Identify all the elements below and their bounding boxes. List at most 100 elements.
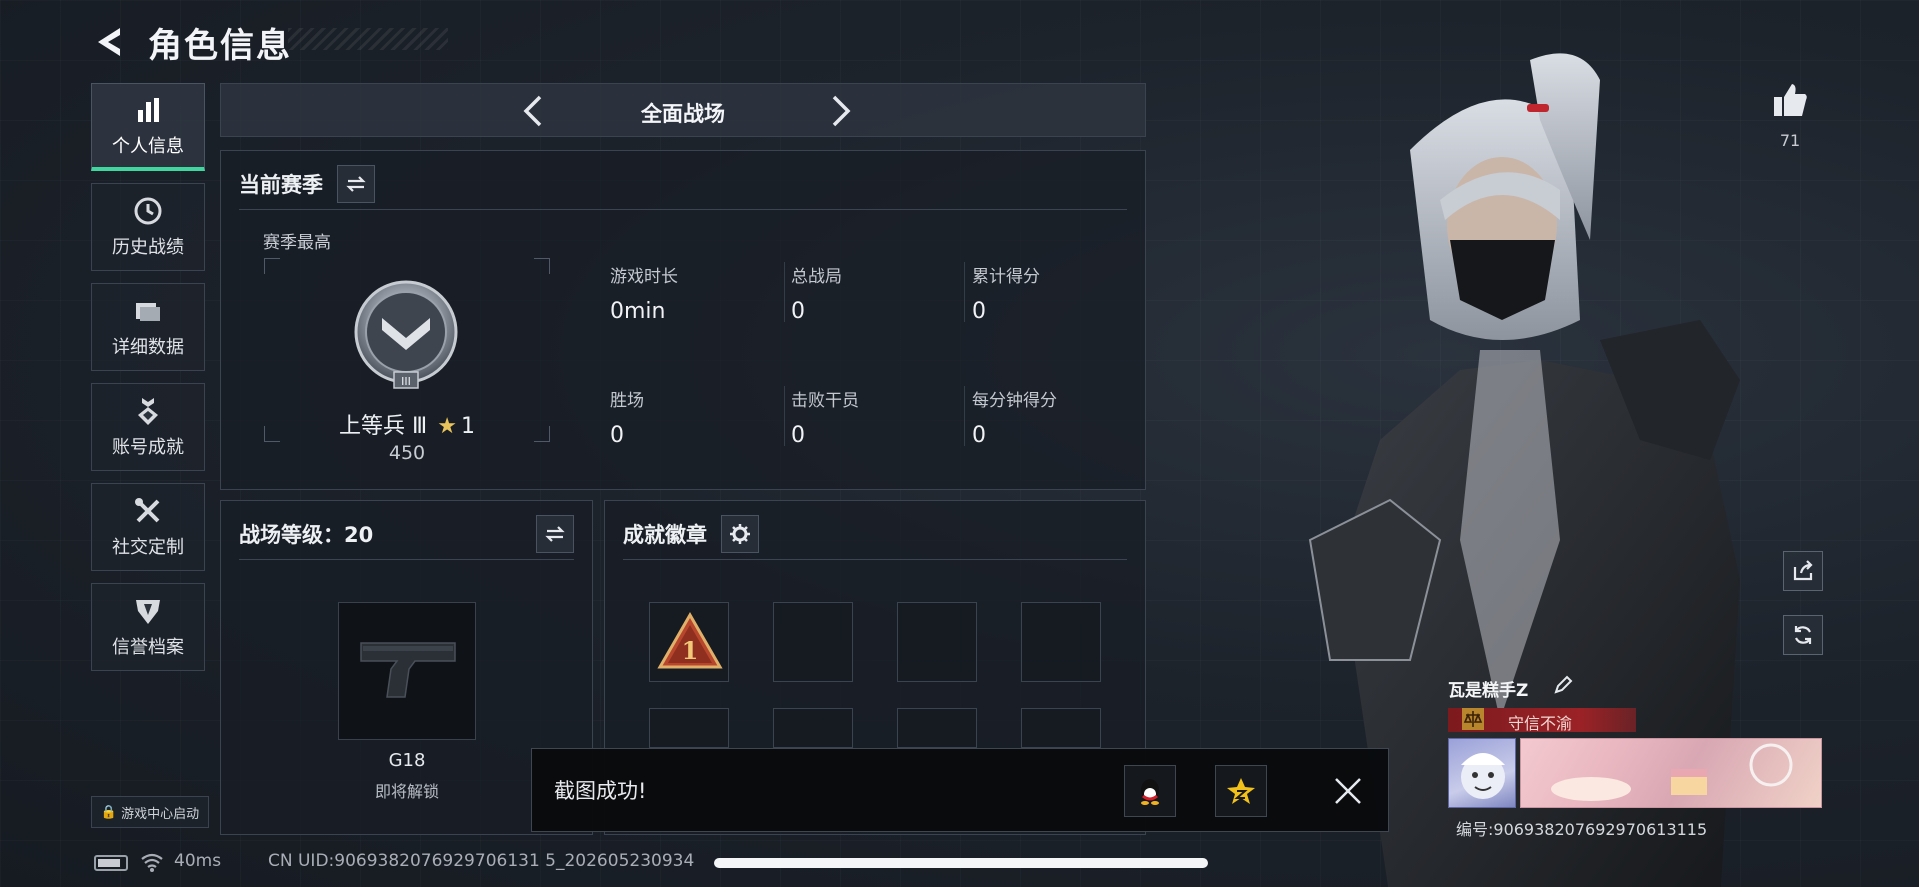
game-center-label: 游戏中心启动 <box>121 806 200 822</box>
refresh-icon <box>1794 626 1812 644</box>
battlefield-level-title: 战场等级：20 <box>239 523 374 547</box>
share-icon <box>1793 560 1813 581</box>
medal-icon <box>138 398 158 425</box>
player-uid: 编号:906938207692970613115 <box>1456 820 1708 839</box>
badges-title: 成就徽章 <box>623 523 707 547</box>
stat-value: 0 <box>791 299 805 324</box>
sidebar-item-details[interactable]: 详细数据 <box>91 283 205 371</box>
swap-icon <box>545 526 565 542</box>
badge-slot[interactable] <box>649 708 729 748</box>
stat-value: 0min <box>610 299 666 324</box>
screenshot-toast: 截图成功! <box>531 748 1389 832</box>
title-decoration <box>288 28 448 50</box>
weapon-status: 即将解锁 <box>374 782 439 801</box>
badge-slot[interactable] <box>897 602 977 682</box>
qq-icon <box>1141 779 1159 805</box>
nameplate-card <box>1520 738 1822 808</box>
badges-divider <box>623 559 1127 560</box>
sidebar-item-social[interactable]: 社交定制 <box>91 483 205 571</box>
avatar[interactable] <box>1448 738 1516 808</box>
pistol-icon <box>360 642 456 698</box>
stat-play-time: 游戏时长 0min <box>610 262 780 324</box>
battlefield-switch-button[interactable] <box>536 515 574 553</box>
stat-score-per-minute: 每分钟得分 0 <box>972 386 1142 448</box>
stat-separator <box>964 262 965 322</box>
rank-stars: 1 <box>460 414 475 439</box>
badge-slot[interactable] <box>773 708 853 748</box>
rank-points: 450 <box>388 442 426 464</box>
scales-icon <box>1462 708 1484 730</box>
sidebar-item-reputation[interactable]: 信誉档案 <box>91 583 205 671</box>
share-qq-button[interactable] <box>1124 765 1176 817</box>
stat-label: 击败干员 <box>791 391 859 411</box>
rotate-button[interactable] <box>1783 615 1823 655</box>
sidebar-item-achievements[interactable]: 账号成就 <box>91 383 205 471</box>
shield-icon <box>136 600 160 624</box>
season-title: 当前赛季 <box>239 173 323 197</box>
stat-label: 累计得分 <box>972 267 1040 287</box>
share-qzone-button[interactable] <box>1215 765 1267 817</box>
mode-title: 全面战场 <box>641 102 725 126</box>
battlefield-panel-header: 战场等级：20 <box>239 515 574 553</box>
sidebar-item-label: 个人信息 <box>112 135 184 157</box>
badge-slot[interactable] <box>773 602 853 682</box>
star-icon: ★ <box>437 414 457 439</box>
season-switch-button[interactable] <box>337 165 375 203</box>
status-uid: CN UID:9069382076929706131 5_20260523093… <box>268 851 695 871</box>
lock-icon: 🔒 <box>100 804 118 820</box>
stat-value: 0 <box>791 423 805 448</box>
honor-title-bar: 守信不渝 <box>1448 708 1636 733</box>
svg-text:1: 1 <box>682 636 699 665</box>
stat-total-score: 累计得分 0 <box>972 262 1142 324</box>
close-icon[interactable] <box>1332 775 1364 807</box>
season-best-label: 赛季最高 <box>263 233 331 253</box>
sidebar-item-label: 详细数据 <box>112 337 184 358</box>
game-center-button[interactable]: 🔒 游戏中心启动 <box>91 796 209 828</box>
badges-panel-header: 成就徽章 <box>623 515 759 553</box>
gear-icon <box>730 524 750 544</box>
mode-selector: 全面战场 <box>220 83 1146 137</box>
stat-label: 游戏时长 <box>610 267 678 287</box>
stat-operators-defeated: 击败干员 0 <box>791 386 961 448</box>
edit-icon[interactable] <box>1552 674 1574 696</box>
sidebar-item-personal-info[interactable]: 个人信息 <box>91 83 205 171</box>
rank-emblem-icon: III <box>354 280 458 389</box>
stat-separator <box>964 386 965 446</box>
bar-chart-icon <box>138 97 159 122</box>
badges-settings-button[interactable] <box>721 515 759 553</box>
share-button[interactable] <box>1783 551 1823 591</box>
back-arrow-icon[interactable] <box>90 22 130 62</box>
stat-separator <box>784 262 785 322</box>
stat-value: 0 <box>972 299 986 324</box>
sidebar-item-label: 社交定制 <box>112 537 184 558</box>
toast-message: 截图成功! <box>554 779 647 803</box>
weapon-name: G18 <box>388 750 426 771</box>
swap-icon <box>346 176 366 192</box>
rank-name-text: 上等兵 Ⅲ <box>339 414 428 439</box>
stat-label: 胜场 <box>610 391 644 411</box>
like-count: 71 <box>1779 131 1801 150</box>
battery-icon <box>94 855 128 871</box>
badge-slot[interactable] <box>1021 708 1101 748</box>
home-indicator[interactable] <box>714 858 1208 868</box>
rank-one-badge-icon: 1 <box>657 611 723 669</box>
sidebar-item-history[interactable]: 历史战绩 <box>91 183 205 271</box>
sidebar-item-label: 历史战绩 <box>112 237 184 258</box>
sidebar-nav: 个人信息 历史战绩 详细数据 账号成就 社交定制 信誉档案 <box>91 83 205 683</box>
weapon-slot[interactable] <box>338 602 476 740</box>
svg-text:III: III <box>401 375 411 388</box>
thumbs-up-icon[interactable] <box>1770 80 1810 120</box>
chevron-right-icon[interactable] <box>821 93 857 129</box>
badge-slot[interactable] <box>897 708 977 748</box>
stat-separator <box>784 386 785 446</box>
folder-icon <box>136 303 160 321</box>
season-panel-header: 当前赛季 <box>239 165 375 203</box>
badge-slot[interactable] <box>1021 602 1101 682</box>
battlefield-divider <box>239 559 574 560</box>
stat-total-matches: 总战局 0 <box>791 262 961 324</box>
sidebar-item-label: 信誉档案 <box>112 637 184 658</box>
rank-name: 上等兵 Ⅲ ★ 1 <box>264 408 550 440</box>
badge-slot[interactable]: 1 <box>649 602 729 682</box>
season-divider <box>239 209 1127 210</box>
player-name: 瓦是糕手Z <box>1448 681 1529 701</box>
